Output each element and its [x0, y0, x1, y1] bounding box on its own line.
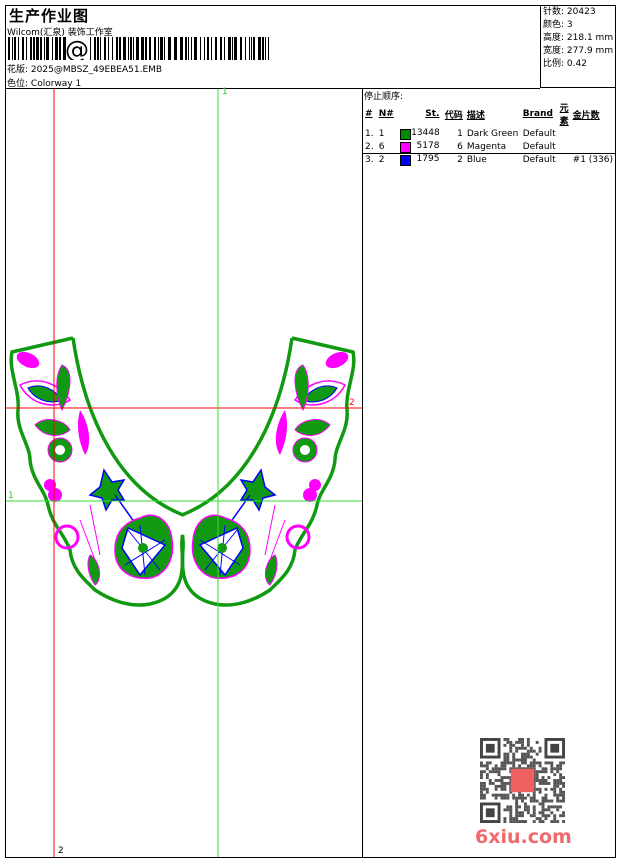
collar-right-half: [180, 336, 356, 607]
info-scale: 比例: 0.42: [543, 59, 587, 69]
info-colors: 颜色: 3: [543, 20, 573, 30]
qr-code: [480, 738, 565, 823]
design-info: 针数: 20423 颜色: 3 高度: 218.1 mm 宽度: 277.9 m…: [540, 5, 616, 88]
header: 生产作业图 Wilcom(汇泉) 装饰工作室 @ 花版: 2025@MBSZ_4…: [5, 5, 540, 89]
embroidery-preview: [6, 89, 362, 857]
table-row[interactable]: 1. 1 13448 1 Dark Green Default: [363, 127, 615, 140]
info-width: 宽度: 277.9 mm: [543, 46, 614, 56]
color-swatch: [400, 154, 412, 166]
page-title: 生产作业图: [9, 7, 90, 25]
colorway-line: 色位: Colorway 1: [7, 76, 81, 89]
marker-v-red: 2: [58, 846, 64, 856]
marker-h-red: 2: [349, 398, 355, 408]
color-swatch: [400, 141, 412, 153]
design-file-line: 花版: 2025@MBSZ_49EBEA51.EMB: [7, 62, 162, 75]
marker-h-green: 1: [8, 491, 14, 501]
svg-text:@: @: [65, 37, 89, 60]
stop-sequence-table: # N# St. 代码 描述 Brand 元素 金片数 1. 1 13448 1D…: [363, 101, 615, 166]
colorway-label: 色位:: [7, 79, 29, 89]
colorway-value: Colorway 1: [30, 79, 82, 89]
panel-divider: [363, 153, 616, 154]
table-header: # N# St. 代码 描述 Brand 元素 金片数: [365, 104, 600, 127]
design-label: 花版:: [7, 65, 29, 75]
collar-left-half: [9, 336, 185, 607]
watermark-logo: 6xiu.com: [475, 826, 572, 848]
info-stitches: 针数: 20423: [543, 7, 596, 17]
color-swatch: [400, 128, 412, 140]
barcode: @: [8, 37, 269, 60]
info-height: 高度: 218.1 mm: [543, 33, 614, 43]
design-filename: 2025@MBSZ_49EBEA51.EMB: [30, 65, 163, 75]
embroidery-design: [9, 336, 356, 607]
design-canvas: [6, 89, 363, 857]
table-row[interactable]: 3. 2 1795 2 Blue Default #1 (336): [363, 153, 615, 166]
marker-v-green: 1: [222, 87, 228, 97]
table-row[interactable]: 2. 6 5178 6 Magenta Default: [363, 140, 615, 153]
